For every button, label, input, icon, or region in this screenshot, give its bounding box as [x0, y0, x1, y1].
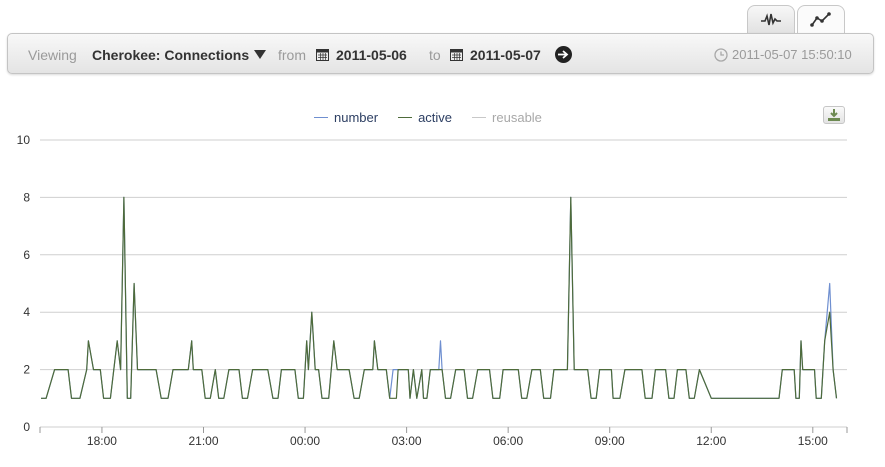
y-tick-label: 6	[23, 248, 30, 262]
y-tick-label: 8	[23, 190, 30, 204]
connections-chart: 0 2 4 6 8 10 18:00 21:00 00:00 03:00 06:00 09:00 12:…	[17, 133, 848, 448]
series-number-line	[41, 196, 838, 399]
x-tick-label: 00:00	[290, 434, 320, 448]
x-tick-label: 03:00	[392, 434, 422, 448]
x-tick-label: 18:00	[87, 434, 117, 448]
x-tick-label: 06:00	[493, 434, 523, 448]
x-tick-label: 21:00	[188, 434, 218, 448]
y-tick-label: 10	[17, 133, 31, 147]
y-tick-label: 0	[23, 420, 30, 434]
y-tick-label: 4	[23, 305, 30, 319]
y-tick-label: 2	[23, 363, 30, 377]
x-tick-label: 12:00	[696, 434, 726, 448]
x-tick-label: 09:00	[595, 434, 625, 448]
x-tick-label: 15:00	[798, 434, 828, 448]
